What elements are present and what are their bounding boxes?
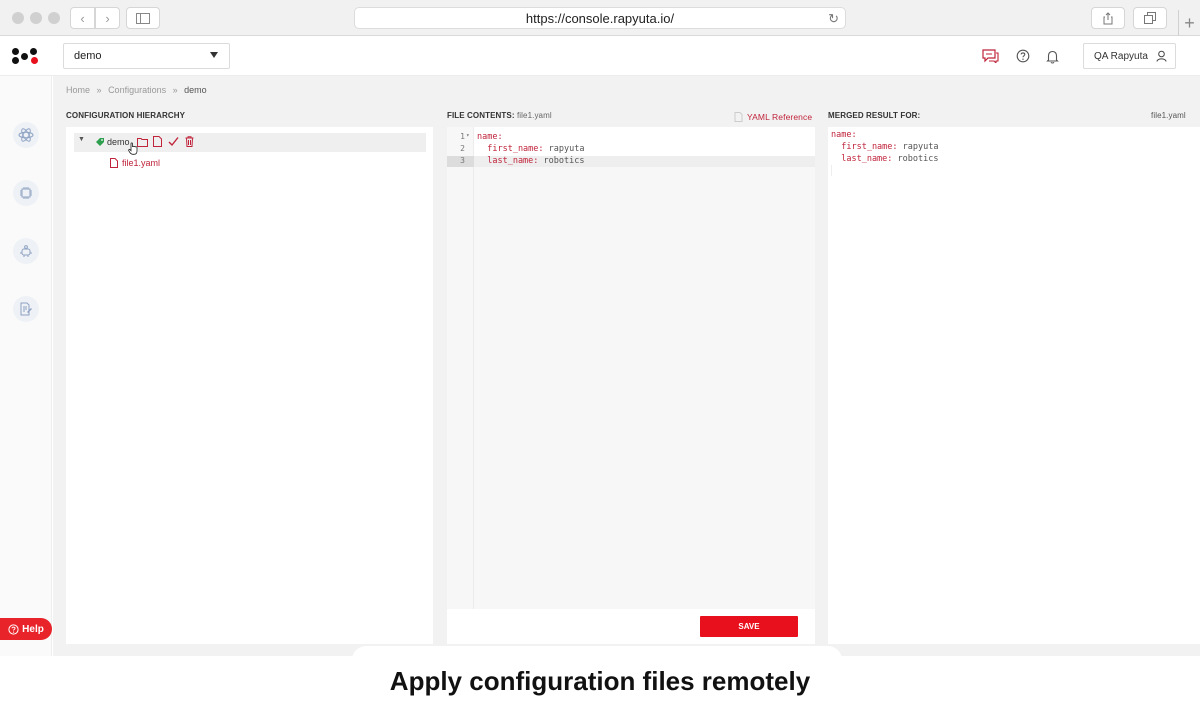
sidebar-item-robots[interactable] <box>13 238 39 264</box>
question-icon <box>8 623 19 635</box>
file-contents-label: FILE CONTENTS: <box>447 111 515 120</box>
url-text: https://console.rapyuta.io/ <box>525 10 675 26</box>
project-select[interactable]: demo <box>63 43 230 69</box>
document-icon <box>734 112 743 122</box>
checkmark-icon[interactable] <box>168 136 179 147</box>
chevron-left-icon: ‹ <box>80 10 85 26</box>
user-name: QA Rapyuta <box>1094 50 1148 62</box>
add-file-icon[interactable] <box>153 136 162 147</box>
editor-panel: 1 ▾ 2 3 name: first_name: rapyuta last_n… <box>447 127 815 644</box>
window-close-button[interactable] <box>12 12 24 24</box>
hierarchy-title: CONFIGURATION HIERARCHY <box>66 111 186 120</box>
back-button[interactable]: ‹ <box>70 7 95 29</box>
window-maximize-button[interactable] <box>48 12 60 24</box>
new-tab-button[interactable]: + <box>1178 10 1200 36</box>
save-button[interactable]: SAVE <box>700 616 798 637</box>
file-icon <box>110 158 118 168</box>
sidebar-toggle-button[interactable] <box>126 7 160 29</box>
breadcrumb-separator: » <box>96 85 102 95</box>
rapyuta-logo[interactable] <box>12 48 40 66</box>
breadcrumb-home[interactable]: Home <box>66 85 90 95</box>
caption-text: Apply configuration files remotely <box>0 656 1200 706</box>
notifications-button[interactable] <box>1043 47 1061 65</box>
main-content: Home » Configurations » demo CONFIGURATI… <box>53 76 1200 656</box>
atom-icon <box>18 128 34 142</box>
trash-icon[interactable] <box>185 136 194 147</box>
caret-down-icon[interactable]: ▼ <box>78 136 85 143</box>
project-select-value: demo <box>74 50 102 62</box>
file-contents-filename: file1.yaml <box>516 111 552 120</box>
bell-icon <box>1045 50 1059 64</box>
chevron-right-icon: › <box>105 10 110 26</box>
breadcrumb-configurations[interactable]: Configurations <box>108 85 166 95</box>
merged-filename: file1.yaml <box>1151 111 1186 120</box>
app-header: demo QA Rapyuta <box>0 36 1200 76</box>
hand-cursor-icon <box>128 142 138 155</box>
merged-line: last_name: robotics <box>831 154 939 164</box>
help-label: Help <box>22 623 44 635</box>
line-number: 1 <box>460 132 465 141</box>
editor-empty-area[interactable] <box>474 167 815 609</box>
breadcrumb-current: demo <box>184 85 207 95</box>
tabs-icon <box>1144 12 1156 24</box>
help-button[interactable] <box>1014 47 1032 65</box>
sidebar-item-catalog[interactable] <box>13 122 39 148</box>
window-minimize-button[interactable] <box>30 12 42 24</box>
yaml-reference-label: YAML Reference <box>747 112 813 122</box>
merged-line: name: <box>831 130 857 140</box>
sidebar-toggle-icon <box>136 12 150 24</box>
fold-arrow-icon[interactable]: ▾ <box>466 132 470 139</box>
tabs-button[interactable] <box>1133 7 1167 29</box>
tag-icon <box>96 138 104 146</box>
reload-icon[interactable]: ↻ <box>828 11 839 27</box>
address-bar[interactable]: https://console.rapyuta.io/ ↻ <box>354 7 846 29</box>
browser-chrome: ‹ › https://console.rapyuta.io/ ↻ + <box>0 0 1200 36</box>
tree-node-root[interactable]: ▼ demo <box>74 133 426 155</box>
breadcrumb-separator: » <box>172 85 178 95</box>
tree-file-item[interactable]: file1.yaml <box>122 158 160 168</box>
robot-icon <box>20 245 32 257</box>
question-icon <box>1016 49 1030 63</box>
sidebar <box>0 76 52 656</box>
sidebar-item-devices[interactable] <box>13 180 39 206</box>
yaml-reference-link[interactable]: YAML Reference <box>734 112 812 122</box>
line-number: 2 <box>460 144 465 153</box>
tree-node-label[interactable]: demo <box>107 137 130 147</box>
merged-cursor <box>831 165 832 176</box>
code-line[interactable]: first_name: rapyuta <box>477 144 584 154</box>
file-contents-title: FILE CONTENTS: file1.yaml <box>447 111 552 120</box>
code-line[interactable]: name: <box>477 132 503 142</box>
sidebar-item-configurations[interactable] <box>13 296 39 322</box>
help-floating-button[interactable]: Help <box>0 618 52 640</box>
editor-gutter <box>447 127 474 609</box>
merged-result-panel: name: first_name: rapyuta last_name: rob… <box>828 127 1200 644</box>
line-number: 3 <box>460 156 465 165</box>
merged-line: first_name: rapyuta <box>831 142 939 152</box>
plus-icon: + <box>1184 12 1195 33</box>
breadcrumb: Home » Configurations » demo <box>66 85 207 95</box>
chat-icon <box>981 49 999 63</box>
share-button[interactable] <box>1091 7 1125 29</box>
share-icon <box>1103 11 1113 24</box>
user-menu-button[interactable]: QA Rapyuta <box>1083 43 1176 69</box>
merged-title: MERGED RESULT FOR: <box>828 111 921 120</box>
code-line[interactable]: last_name: robotics <box>477 156 584 166</box>
feedback-button[interactable] <box>981 47 999 65</box>
document-edit-icon <box>20 302 32 316</box>
user-icon <box>1156 50 1167 62</box>
hierarchy-panel: ▼ demo file1.yaml <box>66 127 433 644</box>
forward-button[interactable]: › <box>95 7 120 29</box>
chip-icon <box>20 187 32 199</box>
caret-down-icon <box>210 52 218 58</box>
